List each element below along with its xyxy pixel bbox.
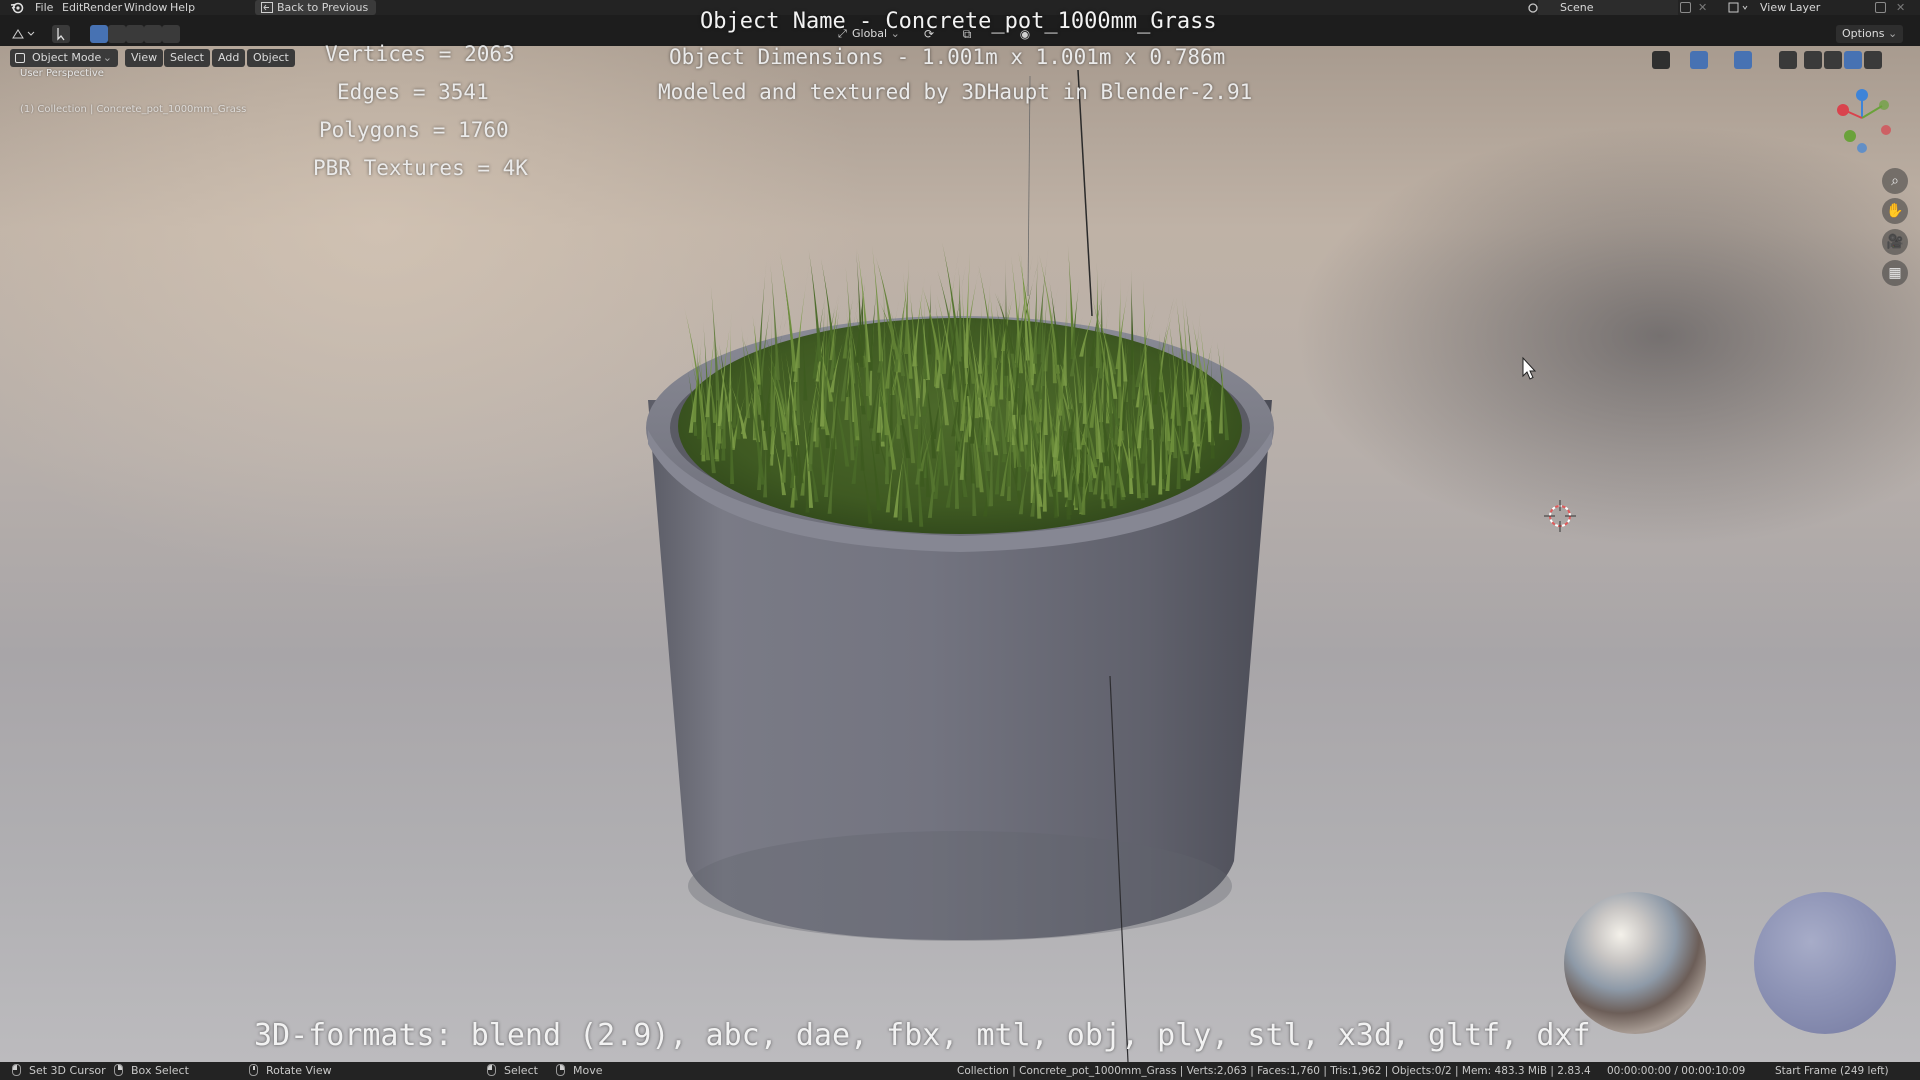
move-label: Move	[573, 1064, 603, 1077]
menu-help[interactable]: Help	[170, 0, 195, 15]
new-scene-icon[interactable]	[1680, 2, 1691, 13]
menu-file[interactable]: File	[35, 0, 53, 15]
view-layer-selector[interactable]: View Layer	[1750, 0, 1890, 15]
timeline-time: 00:00:00:00 / 00:00:10:09	[1607, 1065, 1746, 1077]
mouse-left-icon	[487, 1064, 496, 1076]
status-box-select: Box Select	[114, 1062, 189, 1080]
menu-window[interactable]: Window	[124, 0, 167, 15]
view-layer-icon[interactable]	[1728, 1, 1750, 14]
object-name-title: Object Name - Concrete_pot_1000mm_Grass	[700, 9, 1217, 34]
gizmo-toggle-icon[interactable]	[1690, 51, 1708, 69]
options-label: Options	[1842, 27, 1885, 40]
polygons-count: Polygons = 1760	[319, 118, 509, 142]
modeled-by-label: Modeled and textured by 3DHaupt in Blend…	[658, 80, 1253, 104]
select-extend-icon[interactable]	[108, 25, 126, 43]
edges-count: Edges = 3541	[337, 80, 489, 104]
set-cursor-label: Set 3D Cursor	[29, 1064, 106, 1077]
mouse-pointer-icon	[1522, 356, 1537, 380]
select-invert-icon[interactable]	[144, 25, 162, 43]
chevron-down-icon: ⌄	[1887, 27, 1898, 40]
scene-line	[1077, 69, 1093, 317]
close-scene-icon[interactable]: ✕	[1698, 0, 1707, 15]
object-dimensions-label: Object Dimensions - 1.001m x 1.001m x 0.…	[669, 45, 1226, 69]
select-subtract-icon[interactable]	[126, 25, 144, 43]
status-move: Move	[556, 1062, 603, 1080]
menu-edit[interactable]: Edit	[62, 0, 83, 15]
mouse-drag-icon	[114, 1064, 123, 1076]
object-mode-icon	[15, 53, 25, 63]
wireframe-shading-icon[interactable]	[1804, 51, 1822, 69]
back-to-previous-label: Back to Previous	[277, 1, 369, 14]
pbr-textures-label: PBR Textures = 4K	[313, 156, 528, 180]
status-set-cursor: Set 3D Cursor	[12, 1062, 106, 1080]
mouse-right-icon	[556, 1064, 565, 1076]
scene-statistics: Collection | Concrete_pot_1000mm_Grass |…	[957, 1065, 1591, 1077]
scene-selector[interactable]: Scene	[1538, 0, 1678, 15]
pot-bottom	[688, 831, 1232, 941]
status-bar: Set 3D Cursor Box Select Rotate View Sel…	[0, 1062, 1920, 1080]
visibility-icon[interactable]	[1652, 51, 1670, 69]
add-menu[interactable]: Add	[212, 49, 246, 67]
object-mode-label: Object Mode	[32, 51, 102, 64]
select-intersect-icon[interactable]	[162, 25, 180, 43]
blender-logo-icon[interactable]	[9, 0, 25, 15]
navigation-gizmo	[1837, 89, 1891, 153]
viewport-perspective-label: User Perspective	[20, 68, 104, 79]
material-preview-sphere	[1754, 892, 1896, 1034]
box-select-label: Box Select	[131, 1064, 189, 1077]
back-icon	[261, 2, 273, 13]
vertices-count: Vertices = 2063	[325, 42, 515, 66]
select-new-icon[interactable]	[90, 25, 108, 43]
new-view-layer-icon[interactable]	[1875, 2, 1886, 13]
grid-icon[interactable]: ▦	[1882, 260, 1908, 286]
xray-toggle-icon[interactable]	[1779, 51, 1797, 69]
close-view-layer-icon[interactable]: ✕	[1896, 0, 1905, 15]
3d-cursor-icon	[1544, 500, 1576, 532]
select-tool-icon[interactable]	[52, 25, 70, 43]
hand-pan-icon[interactable]: ✋	[1882, 198, 1908, 224]
editor-type-icon[interactable]	[10, 25, 35, 43]
mouse-middle-icon	[249, 1064, 258, 1076]
select-label: Select	[504, 1064, 538, 1077]
hdri-preview-sphere	[1564, 892, 1706, 1034]
status-rotate-view: Rotate View	[249, 1062, 332, 1080]
object-mode-dropdown[interactable]: Object Mode ⌄	[10, 49, 118, 67]
rendered-shading-icon[interactable]	[1864, 51, 1882, 69]
viewport-collection-label: (1) Collection | Concrete_pot_1000mm_Gra…	[20, 104, 247, 115]
view-menu[interactable]: View	[125, 49, 164, 67]
status-select: Select	[487, 1062, 538, 1080]
start-frame-label: Start Frame (249 left)	[1775, 1065, 1889, 1077]
menu-render[interactable]: Render	[83, 0, 122, 15]
object-menu[interactable]: Object	[247, 49, 295, 67]
3d-viewport[interactable]: User Perspective (1) Collection | Concre…	[0, 46, 1920, 1062]
select-menu[interactable]: Select	[164, 49, 210, 67]
zoom-icon[interactable]: ⌕	[1882, 168, 1908, 194]
mouse-left-icon	[12, 1064, 21, 1076]
scene-line	[1027, 75, 1031, 297]
back-to-previous-button[interactable]: Back to Previous	[255, 0, 377, 15]
chevron-down-icon: ⌄	[102, 51, 112, 64]
options-dropdown[interactable]: Options ⌄	[1836, 25, 1904, 43]
solid-shading-icon[interactable]	[1824, 51, 1842, 69]
rotate-view-label: Rotate View	[266, 1064, 332, 1077]
formats-caption: 3D-formats: blend (2.9), abc, dae, fbx, …	[254, 1018, 1591, 1053]
material-shading-icon[interactable]	[1844, 51, 1862, 69]
camera-icon[interactable]: 🎥	[1882, 229, 1908, 255]
overlays-toggle-icon[interactable]	[1734, 51, 1752, 69]
